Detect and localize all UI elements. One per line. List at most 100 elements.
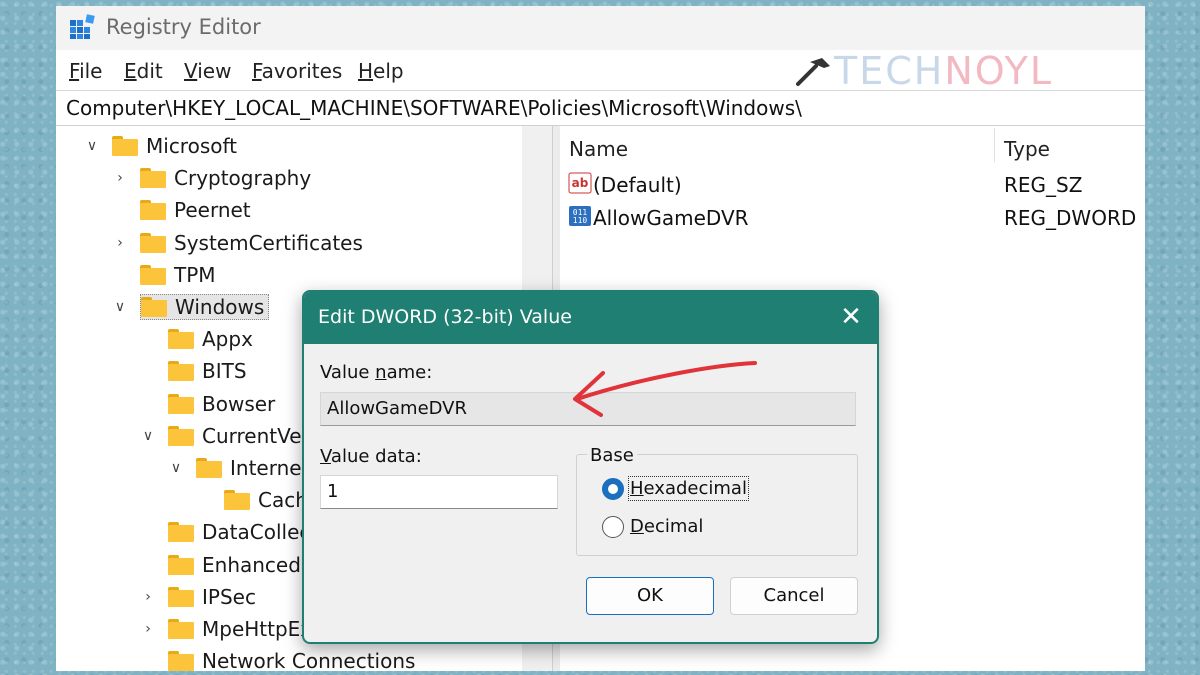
watermark-text-a: TECH <box>834 49 945 93</box>
address-path: Computer\HKEY_LOCAL_MACHINE\SOFTWARE\Pol… <box>66 96 802 120</box>
menu-view[interactable]: View <box>184 59 231 83</box>
tree-node[interactable]: › MpeHttpEx <box>140 614 312 644</box>
menu-favorites[interactable]: Favorites <box>252 59 342 83</box>
value-type: REG_DWORD <box>1004 206 1137 230</box>
tree-node-content[interactable]: Network Connections <box>168 649 415 671</box>
decimal-label[interactable]: Decimal <box>630 516 703 537</box>
tree-node-content[interactable]: IPSec <box>168 585 256 609</box>
registry-editor-icon <box>70 14 95 39</box>
tree-node[interactable]: ›DataCollect <box>140 517 318 547</box>
tree-node-content[interactable]: Bowser <box>168 392 275 416</box>
tree-node[interactable]: ›Peernet <box>112 195 251 225</box>
decimal-radio[interactable] <box>602 516 624 538</box>
folder-icon <box>168 651 194 671</box>
tree-node-label: BITS <box>202 359 247 384</box>
tree-node-content[interactable]: SystemCertificates <box>140 231 363 255</box>
cancel-button[interactable]: Cancel <box>730 577 858 615</box>
chevron-down-icon[interactable]: ∨ <box>140 428 156 444</box>
string-value-icon: ab <box>568 172 592 194</box>
watermark-logo: TECHNOYL <box>794 49 1053 93</box>
menu-file-mnemonic: F <box>69 59 80 83</box>
svg-text:ab: ab <box>572 176 589 190</box>
tree-node-label: Cryptography <box>174 166 312 191</box>
menu-view-label: iew <box>197 59 232 83</box>
edit-dword-dialog: Edit DWORD (32-bit) Value ✕ Value name: … <box>302 290 879 644</box>
folder-icon <box>196 458 222 478</box>
value-name: AllowGameDVR <box>593 206 749 230</box>
hexadecimal-label[interactable]: Hexadecimal <box>628 476 749 501</box>
value-name-label: Value name: <box>320 362 432 383</box>
chevron-down-icon[interactable]: ∨ <box>112 299 128 315</box>
tree-node-content[interactable]: Windows <box>140 294 270 320</box>
tree-node[interactable]: › IPSec <box>140 582 256 612</box>
column-header-name[interactable]: Name <box>569 137 628 161</box>
tree-node-content[interactable]: Internet <box>196 456 309 480</box>
tree-node[interactable]: ›TPM <box>112 260 216 290</box>
tree-node[interactable]: › SystemCertificates <box>112 228 363 258</box>
chevron-right-icon[interactable]: › <box>112 235 128 251</box>
menu-view-mnemonic: V <box>184 59 198 83</box>
value-data-field[interactable]: 1 <box>320 475 558 509</box>
tree-node-content[interactable]: Cryptography <box>140 166 311 190</box>
close-icon[interactable]: ✕ <box>835 302 867 334</box>
chevron-down-icon[interactable]: ∨ <box>168 460 184 476</box>
tree-node-content[interactable]: Microsoft <box>112 134 237 158</box>
tree-node[interactable]: ∨ CurrentVers <box>140 421 320 451</box>
chevron-right-icon[interactable]: › <box>112 170 128 186</box>
dword-value-icon: 011 110 <box>569 206 591 226</box>
folder-icon <box>168 361 194 382</box>
tree-node[interactable]: ›Appx <box>140 324 253 354</box>
tree-node[interactable]: ›EnhancedSt <box>140 550 321 580</box>
chevron-right-icon[interactable]: › <box>140 589 156 605</box>
tree-node[interactable]: ›Network Connections <box>140 646 415 671</box>
tree-node-content[interactable]: BITS <box>168 359 247 383</box>
tree-node-content[interactable]: DataCollect <box>168 520 318 544</box>
tree-node-content[interactable]: MpeHttpEx <box>168 617 312 641</box>
tree-node[interactable]: ∨ Internet <box>168 453 310 483</box>
tree-node[interactable]: ∨ Windows <box>112 292 270 322</box>
menu-file[interactable]: File <box>69 59 102 83</box>
folder-icon <box>168 425 194 446</box>
tree-node-content[interactable]: Peernet <box>140 198 251 222</box>
tree-node[interactable]: › Cryptography <box>112 163 311 193</box>
tree-node-content[interactable]: Appx <box>168 327 253 351</box>
tree-node[interactable]: ∨ Microsoft <box>84 131 237 161</box>
value-row[interactable]: 011 110 AllowGameDVR REG_DWORD <box>560 202 1145 234</box>
ok-button[interactable]: OK <box>586 577 714 615</box>
tree-node-label: Peernet <box>174 198 251 223</box>
menu-help[interactable]: Help <box>358 59 404 83</box>
column-divider[interactable] <box>994 128 995 162</box>
decimal-rest: ecimal <box>643 516 704 537</box>
folder-icon <box>168 522 194 543</box>
dialog-title-bar: Edit DWORD (32-bit) Value ✕ <box>304 292 877 344</box>
tree-node[interactable]: ›Bowser <box>140 389 275 419</box>
tree-node-label: SystemCertificates <box>174 230 363 255</box>
value-row[interactable]: ab (Default) REG_SZ <box>560 169 1145 201</box>
svg-text:110: 110 <box>573 216 588 225</box>
menu-file-label: ile <box>79 59 103 83</box>
tree-node[interactable]: ›BITS <box>140 356 247 386</box>
menu-favorites-label: avorites <box>261 59 343 83</box>
menu-favorites-mnemonic: F <box>252 59 262 83</box>
menu-help-label: elp <box>373 59 404 83</box>
address-bar[interactable]: Computer\HKEY_LOCAL_MACHINE\SOFTWARE\Pol… <box>56 90 1145 126</box>
chevron-right-icon[interactable]: › <box>140 621 156 637</box>
chevron-down-icon[interactable]: ∨ <box>84 138 100 154</box>
folder-icon <box>224 490 250 511</box>
folder-icon <box>140 168 166 189</box>
tree-node-label: Windows <box>175 295 265 319</box>
tree-node-content[interactable]: CurrentVers <box>168 424 320 448</box>
column-header-type[interactable]: Type <box>1004 137 1050 161</box>
menu-edit-mnemonic: E <box>124 59 137 83</box>
tree-node-content[interactable]: TPM <box>140 263 216 287</box>
tree-node-label: Bowser <box>202 391 276 416</box>
hexadecimal-radio[interactable] <box>602 478 624 500</box>
menu-edit[interactable]: Edit <box>124 59 163 83</box>
value-name: (Default) <box>593 173 682 197</box>
folder-icon <box>168 586 194 607</box>
value-data-label-mnemonic: V <box>320 446 331 467</box>
value-type: REG_SZ <box>1004 173 1083 197</box>
tree-node-content[interactable]: EnhancedSt <box>168 553 321 577</box>
folder-icon <box>168 329 194 350</box>
menu-bar: File Edit View Favorites Help TECHNOYL <box>56 49 1145 93</box>
